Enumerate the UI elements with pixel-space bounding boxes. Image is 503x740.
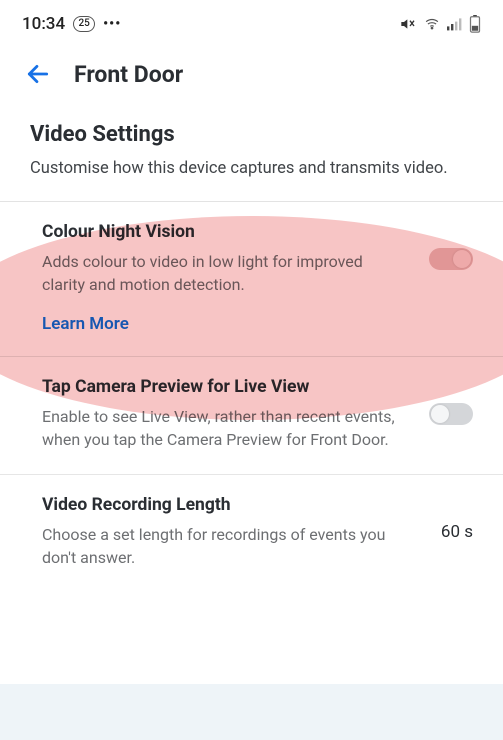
bottom-area bbox=[0, 684, 503, 740]
colour-night-vision-toggle[interactable] bbox=[429, 248, 473, 270]
page-title: Front Door bbox=[74, 61, 183, 88]
setting-title: Colour Night Vision bbox=[42, 222, 402, 242]
settings-list: Colour Night Vision Adds colour to video… bbox=[0, 201, 503, 591]
status-dots-icon: ••• bbox=[103, 16, 121, 32]
signal-icon bbox=[447, 17, 463, 31]
setting-colour-night-vision: Colour Night Vision Adds colour to video… bbox=[0, 202, 503, 357]
section-intro: Video Settings Customise how this device… bbox=[0, 110, 503, 201]
setting-tap-preview: Tap Camera Preview for Live View Enable … bbox=[0, 357, 503, 474]
status-time: 10:34 bbox=[22, 14, 65, 34]
recording-length-value: 60 s bbox=[441, 522, 473, 542]
setting-title: Video Recording Length bbox=[42, 495, 402, 515]
toggle-knob-icon bbox=[431, 405, 449, 423]
learn-more-link[interactable]: Learn More bbox=[42, 314, 473, 334]
back-button[interactable] bbox=[24, 60, 52, 88]
mute-icon bbox=[399, 16, 417, 32]
section-subtitle: Customise how this device captures and t… bbox=[30, 157, 473, 181]
setting-desc: Enable to see Live View, rather than rec… bbox=[42, 405, 402, 451]
setting-desc: Choose a set length for recordings of ev… bbox=[42, 523, 402, 569]
status-badge: 25 bbox=[73, 16, 95, 32]
status-left: 10:34 25 ••• bbox=[22, 14, 121, 34]
section-title: Video Settings bbox=[30, 122, 473, 147]
tap-preview-toggle[interactable] bbox=[429, 403, 473, 425]
status-right bbox=[399, 15, 481, 33]
toggle-knob-icon bbox=[453, 250, 471, 268]
setting-title: Tap Camera Preview for Live View bbox=[42, 377, 402, 397]
battery-icon bbox=[469, 15, 481, 33]
status-bar: 10:34 25 ••• bbox=[0, 0, 503, 42]
setting-desc: Adds colour to video in low light for im… bbox=[42, 250, 402, 296]
page-header: Front Door bbox=[0, 42, 503, 110]
wifi-icon bbox=[423, 17, 441, 31]
setting-recording-length[interactable]: Video Recording Length Choose a set leng… bbox=[0, 475, 503, 591]
